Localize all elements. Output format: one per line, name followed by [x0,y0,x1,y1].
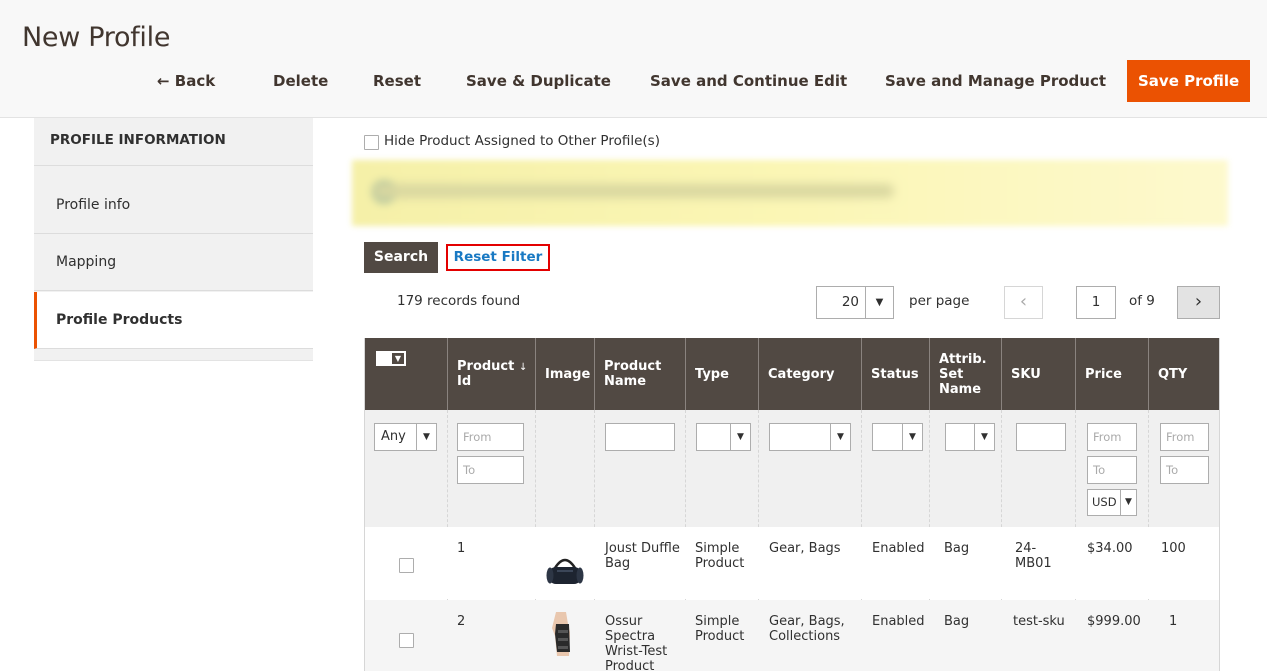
column-header-attrib-set[interactable]: Attrib. Set Name [929,338,1001,410]
product-id-from-input[interactable]: From [457,423,524,451]
search-button[interactable]: Search [364,242,438,273]
chevron-down-icon[interactable]: ▼ [974,424,994,450]
cell-status: Enabled [872,541,925,556]
blurred-message-text [374,184,894,198]
price-to-input[interactable]: To [1087,456,1137,484]
sort-down-icon: ↓ [519,361,528,373]
cell-price: $999.00 [1087,614,1141,629]
wrist-brace-image-svg [552,612,570,656]
cell-type: Simple Product [695,541,745,571]
mass-select-filter[interactable]: Any ▼ [374,423,437,451]
column-header-product-name[interactable]: Product Name [594,338,685,410]
wrist-brace-image [547,610,577,660]
duffle-bag-image [543,548,587,592]
chevron-down-icon[interactable]: ▼ [391,352,405,365]
records-count: 179 records found [397,293,521,309]
column-header-status[interactable]: Status [861,338,929,410]
row-select-checkbox[interactable] [399,633,414,648]
cell-type: Simple Product [695,614,745,644]
sidebar-item-profile-info[interactable]: Profile info [34,177,313,234]
page-header: New Profile ← Back Delete Reset Save & D… [0,0,1267,118]
sku-filter-input[interactable] [1016,423,1066,451]
cell-qty: 100 [1161,541,1186,556]
save-continue-button[interactable]: Save and Continue Edit [650,60,847,102]
chevron-down-icon[interactable]: ▼ [830,424,850,450]
total-pages: of 9 [1129,293,1155,309]
cell-qty: 1 [1169,614,1178,629]
page-title: New Profile [22,22,171,53]
hide-assigned-checkbox[interactable] [364,135,379,150]
cell-attrib-set: Bag [944,541,970,556]
column-header-category[interactable]: Category [758,338,861,410]
duffle-bag-image-svg [546,558,584,584]
delete-button[interactable]: Delete [273,60,328,102]
cell-sku: 24-MB01 [1015,541,1052,571]
sidebar-item-mapping[interactable]: Mapping [34,234,313,291]
per-page-value: 20 [841,294,859,310]
qty-from-input[interactable]: From [1160,423,1209,451]
chevron-down-icon[interactable]: ▼ [730,424,750,450]
product-name-filter-input[interactable] [605,423,675,451]
column-header-product-id[interactable]: Product Id ↓ [447,338,535,410]
per-page-label: per page [909,293,970,309]
column-header-type[interactable]: Type [685,338,758,410]
profile-sidebar: PROFILE INFORMATION Profile info Mapping… [34,118,313,361]
qty-to-input[interactable]: To [1160,456,1209,484]
product-id-to-input[interactable]: To [457,456,524,484]
chevron-down-icon[interactable]: ▼ [865,287,893,318]
cell-product-name: Ossur Spectra Wrist-Test Product [605,614,668,671]
mass-action-header[interactable]: ▼ [365,338,447,410]
chevron-down-icon[interactable]: ▼ [1120,490,1136,515]
category-filter-select[interactable]: ▼ [769,423,851,451]
grid-header-row: ▼ Product Id ↓ Image Product Name Type C… [365,338,1219,410]
page-number-input[interactable]: 1 [1076,286,1116,319]
chevron-down-icon[interactable]: ▼ [416,424,436,450]
type-filter-select[interactable]: ▼ [696,423,751,451]
per-page-select[interactable]: 20 ▼ [816,286,894,319]
back-button[interactable]: ← Back [157,60,215,102]
sidebar-item-profile-products[interactable]: Profile Products [34,292,313,349]
cell-product-name: Joust Duffle Bag [605,541,680,571]
products-grid: ▼ Product Id ↓ Image Product Name Type C… [364,338,1220,671]
save-duplicate-button[interactable]: Save & Duplicate [466,60,611,102]
chevron-down-icon[interactable]: ▼ [902,424,922,450]
cell-category: Gear, Bags [769,541,841,556]
row-select-checkbox[interactable] [399,558,414,573]
cell-product-id: 1 [457,541,466,556]
cell-product-id: 2 [457,614,466,629]
column-header-price[interactable]: Price [1075,338,1148,410]
chevron-right-icon: › [1194,291,1203,312]
hide-assigned-label: Hide Product Assigned to Other Profile(s… [384,133,660,149]
reset-filter-button[interactable]: Reset Filter [446,244,550,271]
chevron-left-icon: ‹ [1019,291,1028,312]
save-manage-product-button[interactable]: Save and Manage Product [885,60,1106,102]
column-header-qty[interactable]: QTY [1148,338,1219,410]
column-header-sku[interactable]: SKU [1001,338,1075,410]
currency-select[interactable]: USD ▼ [1087,489,1137,516]
cell-category: Gear, Bags, Collections [769,614,845,644]
table-row[interactable] [365,527,1219,599]
attrib-set-filter-select[interactable]: ▼ [945,423,995,451]
status-filter-select[interactable]: ▼ [872,423,923,451]
cell-status: Enabled [872,614,925,629]
price-from-input[interactable]: From [1087,423,1137,451]
save-profile-button[interactable]: Save Profile [1127,60,1251,102]
cell-price: $34.00 [1087,541,1133,556]
next-page-button[interactable]: › [1177,286,1220,319]
sidebar-title: PROFILE INFORMATION [34,118,313,166]
mass-select-checkbox[interactable]: ▼ [376,351,406,366]
blurred-message-banner [352,160,1228,226]
reset-button[interactable]: Reset [373,60,421,102]
column-header-image[interactable]: Image [535,338,594,410]
cell-attrib-set: Bag [944,614,970,629]
cell-sku: test-sku [1013,614,1065,629]
previous-page-button[interactable]: ‹ [1004,286,1043,319]
